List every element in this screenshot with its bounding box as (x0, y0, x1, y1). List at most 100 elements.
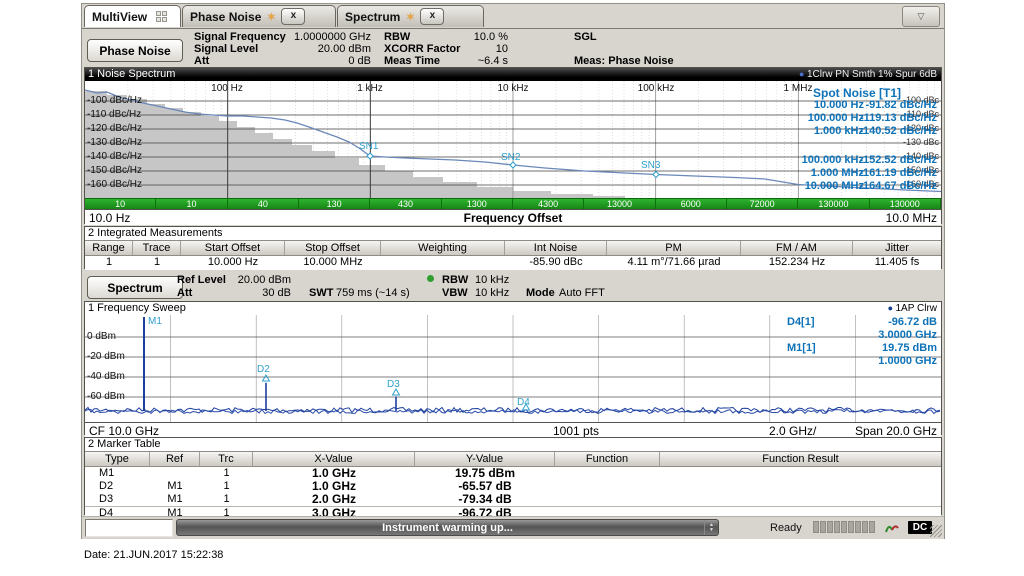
close-tab-icon[interactable]: x (281, 8, 305, 25)
cell: M1 (150, 493, 200, 506)
cell: M1 (150, 480, 200, 493)
tab-spectrum[interactable]: Spectrum ✶ x (337, 5, 484, 27)
cell: D3 (85, 493, 150, 506)
marker-table-row[interactable]: D3 M1 1 2.0 GHz -79.34 dB (85, 493, 941, 506)
y-axis-label: -160 dBc/Hz (87, 179, 142, 190)
column-header: Function (555, 452, 660, 466)
close-tab-icon[interactable]: x (420, 8, 444, 25)
field-value[interactable]: 30 dB (222, 287, 291, 299)
spot-noise-title: Spot Noise [T1] (813, 86, 901, 100)
spot-noise-marker-label[interactable]: SN1 (359, 141, 378, 152)
frequency-sweep-title-bar[interactable]: 1 Frequency Sweep 1AP Clrw (85, 302, 941, 315)
column-header: X-Value (253, 452, 415, 466)
window-title: 1 Frequency Sweep (88, 302, 186, 315)
sweep-points: 1001 pts (553, 424, 599, 438)
status-bar: Instrument warming up... ▲▼ Ready DC (82, 516, 944, 539)
rbw-coupled-dot-icon (427, 275, 434, 282)
y-axis-label: -40 dBm (87, 371, 125, 382)
column-header: Trc (200, 452, 253, 466)
cell (660, 480, 941, 493)
field-value[interactable]: 10 kHz (475, 274, 509, 286)
tab-phase-noise[interactable]: Phase Noise ✶ x (182, 5, 336, 27)
cell: 152.234 Hz (741, 256, 853, 270)
tab-multiview-label: MultiView (92, 10, 147, 24)
marker-table-row[interactable]: D2 M1 1 1.0 GHz -65.57 dB (85, 480, 941, 493)
column-header: Jitter (853, 241, 941, 255)
field-value[interactable]: 10 kHz (475, 287, 509, 299)
y-axis-label: 0 dBm (87, 331, 116, 342)
marker-table-row[interactable]: M1 1 1.0 GHz 19.75 dBm (85, 467, 941, 480)
field-label: Mode (526, 287, 555, 299)
resize-grip[interactable] (930, 525, 942, 537)
spectrum-channel-button[interactable]: Spectrum (87, 276, 183, 299)
field-value[interactable]: 10.0 % (432, 31, 508, 43)
column-header: Stop Offset (285, 241, 381, 255)
spot-noise-row: 1.000 MHz-161.19 dBc/Hz (639, 167, 939, 180)
field-label: Att (177, 287, 192, 299)
trace-info-label[interactable]: 1Clrw PN Smth 1% Spur 6dB (799, 68, 941, 81)
single-sweep-indicator: SGL (574, 31, 597, 43)
spot-noise-row: 100.000 Hz-119.13 dBc/Hz (639, 112, 939, 125)
field-label: Att (194, 55, 209, 67)
column-header: Function Result (660, 452, 941, 466)
integrated-measurements-header: Range Trace Start Offset Stop Offset Wei… (85, 240, 941, 256)
xcorr-segment: 40 (228, 199, 299, 209)
field-value[interactable]: ~6.4 s (432, 55, 508, 67)
field-value[interactable]: 20.00 dBm (262, 43, 371, 55)
field-value[interactable]: Auto FFT (559, 287, 605, 299)
center-frequency[interactable]: CF 10.0 GHz (89, 424, 159, 438)
noise-spectrum-title-bar[interactable]: 1 Noise Spectrum 1Clrw PN Smth 1% Spur 6… (85, 68, 941, 81)
y-axis-label: -20 dBm (87, 351, 125, 362)
tab-multiview[interactable]: MultiView (84, 5, 181, 27)
cell: M1 (85, 467, 150, 480)
favorite-star-icon: ✶ (405, 10, 415, 24)
frequency-sweep-plot[interactable]: 0 dBm -20 dBm -40 dBm -60 dBm M1 D2 D3 D… (85, 315, 941, 422)
field-label: Signal Level (194, 43, 258, 55)
window-title[interactable]: 2 Marker Table (85, 438, 941, 451)
integrated-measurements-window: 2 Integrated Measurements Range Trace St… (84, 226, 942, 269)
window-title[interactable]: 2 Integrated Measurements (85, 227, 941, 240)
field-value[interactable]: 10 (432, 43, 508, 55)
xcorr-segment: 72000 (727, 199, 798, 209)
cell (150, 467, 200, 480)
column-header: Ref (150, 452, 200, 466)
column-header: Weighting (381, 241, 505, 255)
y-axis-label-right: -130 dBc (903, 137, 939, 147)
tab-phase-noise-label: Phase Noise (190, 10, 261, 24)
marker-label[interactable]: D3 (387, 379, 400, 390)
status-input-field[interactable] (85, 519, 173, 537)
tab-dropdown-button[interactable] (902, 6, 940, 27)
spinner-icon[interactable]: ▲▼ (704, 520, 718, 535)
marker-label[interactable]: D4 (517, 397, 530, 408)
trace-info-label[interactable]: 1AP Clrw (888, 302, 941, 315)
field-value[interactable]: 1.0000000 GHz (262, 31, 371, 43)
marker-readout: 3.0000 GHz (787, 329, 937, 342)
marker-label[interactable]: D2 (257, 364, 270, 375)
scale-per-division: 2.0 GHz/ (769, 424, 816, 438)
cell: 4.11 m°/71.66 µrad (607, 256, 741, 270)
spot-noise-marker-label[interactable]: SN2 (501, 152, 520, 163)
field-value[interactable]: 759 ms (~14 s) (336, 287, 410, 299)
cell: -85.90 dBc (505, 256, 607, 270)
field-value[interactable]: 0 dB (262, 55, 371, 67)
phase-noise-channel-button[interactable]: Phase Noise (87, 39, 183, 62)
cell: 11.405 fs (853, 256, 941, 270)
xcorr-segment: 1300 (442, 199, 513, 209)
spectrum-channel-header: Spectrum Ref Level 20.00 dBm Att 30 dB S… (82, 271, 944, 301)
noise-spectrum-plot[interactable]: 100 Hz 1 kHz 10 kHz 100 kHz 1 MHz -100 d… (85, 81, 941, 198)
y-axis-label: -150 dBc/Hz (87, 165, 142, 176)
cell: 1 (85, 256, 133, 270)
tab-spectrum-label: Spectrum (345, 10, 400, 24)
cell: 10.000 Hz (181, 256, 285, 270)
xcorr-segment: 130 (299, 199, 370, 209)
x-axis-start: 10.0 Hz (89, 211, 130, 225)
measurement-name: Meas: Phase Noise (574, 55, 674, 67)
integrated-measurements-row[interactable]: 1 1 10.000 Hz 10.000 MHz -85.90 dBc 4.11… (85, 256, 941, 270)
cell (555, 467, 660, 480)
span[interactable]: Span 20.0 GHz (855, 424, 937, 438)
frequency-sweep-footer: CF 10.0 GHz 1001 pts 2.0 GHz/ Span 20.0 … (85, 422, 941, 438)
marker-table-header: Type Ref Trc X-Value Y-Value Function Fu… (85, 451, 941, 467)
field-value[interactable]: 20.00 dBm (222, 274, 291, 286)
column-header: FM / AM (741, 241, 853, 255)
marker-label[interactable]: M1 (148, 316, 162, 327)
